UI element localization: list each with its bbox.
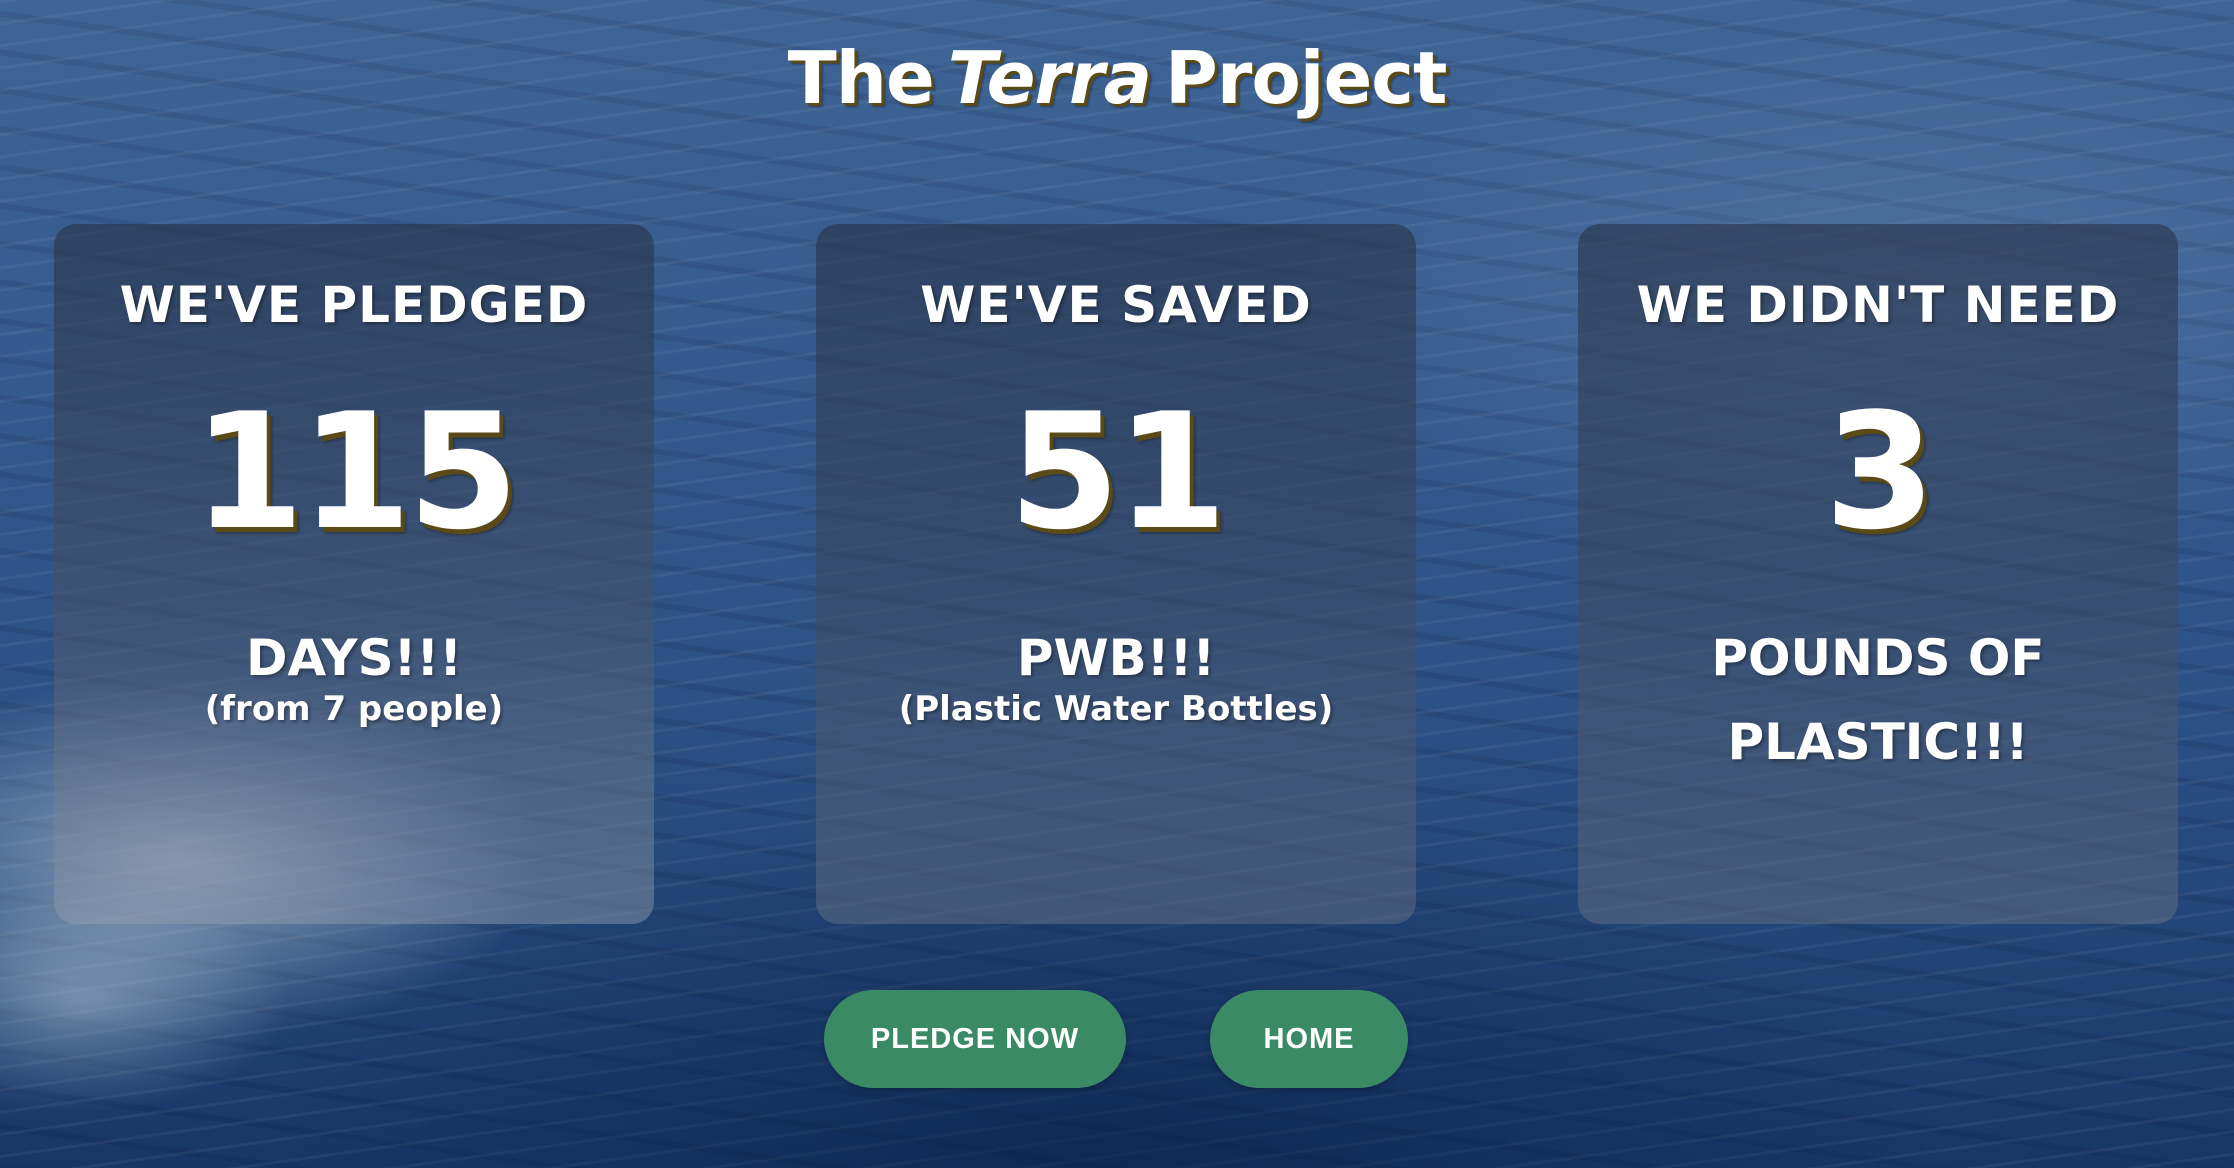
title-word-terra: Terra	[947, 36, 1152, 120]
page-title: The Terra Project	[0, 42, 2234, 114]
card-note: (from 7 people)	[204, 689, 504, 729]
title-word-project: Project	[1165, 36, 1447, 120]
card-note: (Plastic Water Bottles)	[898, 689, 1334, 729]
card-number: 51	[1008, 378, 1228, 565]
card-number: 3	[1824, 378, 1935, 565]
card-heading: WE'VE PLEDGED	[119, 276, 589, 334]
card-unit: DAYS!!!	[245, 629, 463, 687]
card-heading: WE'VE SAVED	[920, 276, 1312, 334]
pledge-now-button[interactable]: PLEDGE NOW	[824, 990, 1126, 1088]
card-unit: POUNDS OF PLASTIC!!!	[1711, 629, 2045, 771]
card-unit: PWB!!!	[1016, 629, 1216, 687]
card-number: 115	[193, 378, 519, 565]
card-heading: WE DIDN'T NEED	[1636, 276, 2120, 334]
home-button[interactable]: HOME	[1210, 990, 1408, 1088]
stat-card-plastic: WE DIDN'T NEED 3 POUNDS OF PLASTIC!!!	[1578, 224, 2178, 924]
title-word-the: The	[787, 36, 935, 120]
stat-card-pledged: WE'VE PLEDGED 115 DAYS!!! (from 7 people…	[54, 224, 654, 924]
stat-card-saved: WE'VE SAVED 51 PWB!!! (Plastic Water Bot…	[816, 224, 1416, 924]
